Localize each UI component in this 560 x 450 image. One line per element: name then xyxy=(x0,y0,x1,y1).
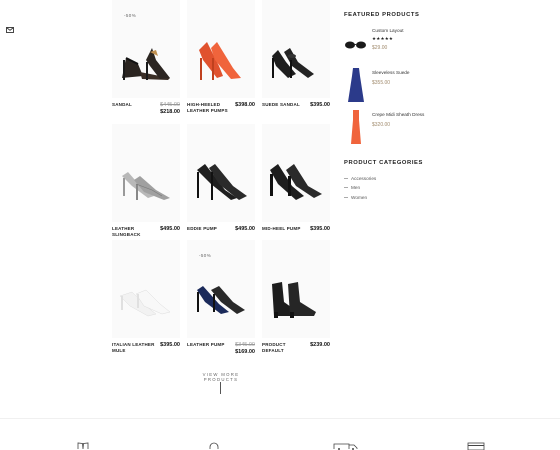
footer-divider xyxy=(0,418,560,419)
headset-icon xyxy=(209,442,219,449)
price: $218.00 xyxy=(160,109,180,115)
divider xyxy=(220,382,221,394)
product-image[interactable] xyxy=(187,124,255,222)
book-icon xyxy=(77,442,89,450)
product-image[interactable] xyxy=(187,0,255,98)
product-image[interactable] xyxy=(262,124,330,222)
featured-products-title: FEATURED PRODUCTS xyxy=(344,12,420,18)
category-men[interactable]: Men xyxy=(344,185,360,190)
price: $395.00 xyxy=(310,102,330,108)
mid-heel-pump-image xyxy=(270,164,322,200)
pumps-image xyxy=(199,42,241,80)
product-image[interactable] xyxy=(112,124,180,222)
product-categories-title: PRODUCT CATEGORIES xyxy=(344,160,423,166)
bullet xyxy=(344,197,348,199)
card-icon xyxy=(467,442,485,450)
price: $398.00 xyxy=(235,102,255,108)
truck-icon xyxy=(333,443,358,450)
slingback-image xyxy=(122,172,170,200)
view-more-link[interactable]: VIEW MORE PRODUCTS xyxy=(188,372,254,382)
product-image[interactable] xyxy=(112,240,180,338)
product-image[interactable] xyxy=(262,0,330,98)
price: $239.00 xyxy=(310,342,330,348)
price: $395.00 xyxy=(160,342,180,348)
old-price: $445.00 xyxy=(160,102,180,108)
price-box: $239.00 xyxy=(310,342,330,349)
sale-badge: -50% xyxy=(124,13,137,18)
product-name[interactable]: LEATHER PUMP xyxy=(187,342,231,348)
product-name[interactable]: MID-HEEL PUMP xyxy=(262,226,306,232)
price: $169.00 xyxy=(235,349,255,355)
bullet xyxy=(344,178,348,180)
price: $395.00 xyxy=(310,226,330,232)
price-box: $395.00 xyxy=(310,102,330,109)
suede-sandal-image xyxy=(272,48,314,78)
product-name[interactable]: ITALIAN LEATHER MULE xyxy=(112,342,156,354)
orange-dress-image xyxy=(351,110,361,144)
sandal-image xyxy=(122,48,170,80)
product-name[interactable]: LEATHER SLINGBACK xyxy=(112,226,156,238)
sunglasses-image xyxy=(345,41,366,49)
category-label[interactable]: Accessories xyxy=(351,176,376,181)
featured-item-title[interactable]: Custom Layout xyxy=(372,28,404,33)
category-accessories[interactable]: Accessories xyxy=(344,176,376,181)
price-box: $495.00 xyxy=(235,226,255,233)
price-box: $495.00 xyxy=(160,226,180,233)
category-women[interactable]: Women xyxy=(344,195,367,200)
rating-stars: ★★★★★ xyxy=(372,36,394,41)
navy-dress-image xyxy=(348,68,364,102)
product-name[interactable]: SUEDE SANDAL xyxy=(262,102,306,108)
mail-icon[interactable] xyxy=(6,27,14,33)
product-image[interactable] xyxy=(262,240,330,338)
category-label[interactable]: Women xyxy=(351,195,367,200)
price: $495.00 xyxy=(235,226,255,232)
featured-item-price: $29.00 xyxy=(372,45,388,51)
eddie-pump-image xyxy=(197,164,247,200)
product-name[interactable]: PRODUCT DEFAULT xyxy=(262,342,306,354)
featured-item-price: $320.00 xyxy=(372,122,391,128)
price: $495.00 xyxy=(160,226,180,232)
sale-badge: -50% xyxy=(199,253,212,258)
product-name[interactable]: EDDIE PUMP xyxy=(187,226,231,232)
price-box: $395.00 xyxy=(310,226,330,233)
price-box: $445.00 $218.00 xyxy=(160,102,180,116)
mule-image xyxy=(119,289,171,317)
featured-item-price: $355.00 xyxy=(372,80,391,86)
product-image[interactable] xyxy=(187,240,255,338)
product-name[interactable]: SANDAL xyxy=(112,102,156,108)
featured-item-title[interactable]: Sleeveless Suede xyxy=(372,70,410,75)
product-name[interactable]: HIGH-HEELED LEATHER PUMPS xyxy=(187,102,231,114)
leather-pump-image xyxy=(197,286,245,314)
old-price: $345.00 xyxy=(235,342,255,348)
category-label[interactable]: Men xyxy=(351,185,360,190)
price-box: $395.00 xyxy=(160,342,180,349)
boots-image xyxy=(272,282,316,318)
bullet xyxy=(344,187,348,189)
product-image[interactable] xyxy=(112,0,180,98)
price-box: $345.00 $169.00 xyxy=(235,342,255,356)
price-box: $398.00 xyxy=(235,102,255,109)
featured-item-title[interactable]: Crepe Midi Sheath Dress xyxy=(372,112,424,117)
